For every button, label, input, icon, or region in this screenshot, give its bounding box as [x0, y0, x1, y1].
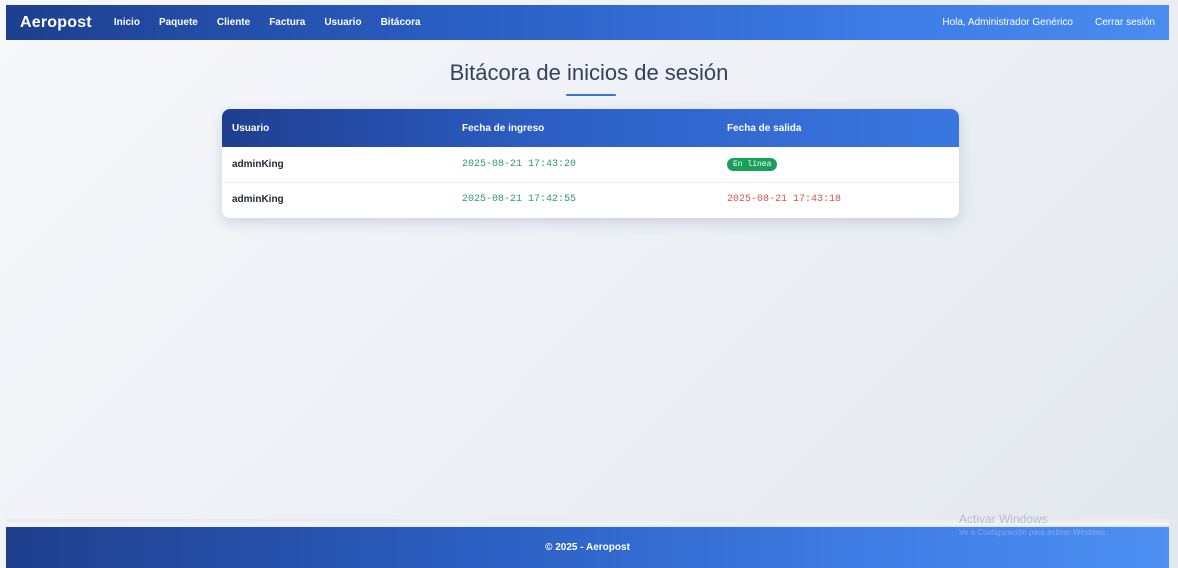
table-row: adminKing 2025-08-21 17:42:55 2025-08-21…: [222, 182, 959, 217]
nav-user-area: Hola, Administrador Genérico Cerrar sesi…: [942, 17, 1155, 28]
table-row: adminKing 2025-08-21 17:43:20 En línea: [222, 147, 959, 182]
nav-link-inicio[interactable]: Inicio: [114, 17, 140, 28]
logout-link[interactable]: Cerrar sesión: [1095, 17, 1155, 28]
nav-link-cliente[interactable]: Cliente: [217, 17, 250, 28]
column-header-fecha-ingreso: Fecha de ingreso: [462, 122, 545, 134]
row-logout-cell: En línea: [717, 147, 959, 182]
login-log-table: Usuario Fecha de ingreso Fecha de salida…: [222, 109, 959, 217]
nav-links: Inicio Paquete Cliente Factura Usuario B…: [114, 17, 421, 28]
table-header-row: Usuario Fecha de ingreso Fecha de salida: [222, 109, 959, 147]
page-title: Bitácora de inicios de sesión: [449, 60, 729, 85]
column-header-usuario: Usuario: [232, 122, 270, 134]
online-status-badge: En línea: [727, 157, 778, 171]
login-log-table-card: Usuario Fecha de ingreso Fecha de salida…: [222, 109, 959, 218]
nav-link-bitacora[interactable]: Bitácora: [381, 17, 421, 28]
row-logout-time: 2025-08-21 17:43:18: [727, 194, 842, 206]
nav-link-factura[interactable]: Factura: [269, 17, 305, 28]
nav-link-usuario[interactable]: Usuario: [324, 17, 361, 28]
row-user: adminKing: [232, 158, 284, 170]
row-login-time: 2025-08-21 17:43:20: [462, 158, 577, 170]
row-login-time: 2025-08-21 17:42:55: [462, 194, 577, 206]
nav-link-paquete[interactable]: Paquete: [159, 17, 198, 28]
column-header-fecha-salida: Fecha de salida: [727, 122, 802, 134]
watermark-subtitle: Ve a Configuración para activar Windows.: [959, 528, 1108, 537]
watermark-title: Activar Windows: [959, 512, 1048, 526]
user-greeting: Hola, Administrador Genérico: [942, 17, 1073, 28]
title-underline: [566, 94, 616, 96]
top-navbar: Aeropost Inicio Paquete Cliente Factura …: [6, 5, 1169, 40]
windows-activation-watermark: Activar Windows Ve a Configuración para …: [959, 512, 1159, 537]
brand-logo[interactable]: Aeropost: [20, 14, 92, 32]
row-user: adminKing: [232, 194, 284, 206]
footer-copyright: © 2025 - Aeropost: [545, 542, 630, 553]
